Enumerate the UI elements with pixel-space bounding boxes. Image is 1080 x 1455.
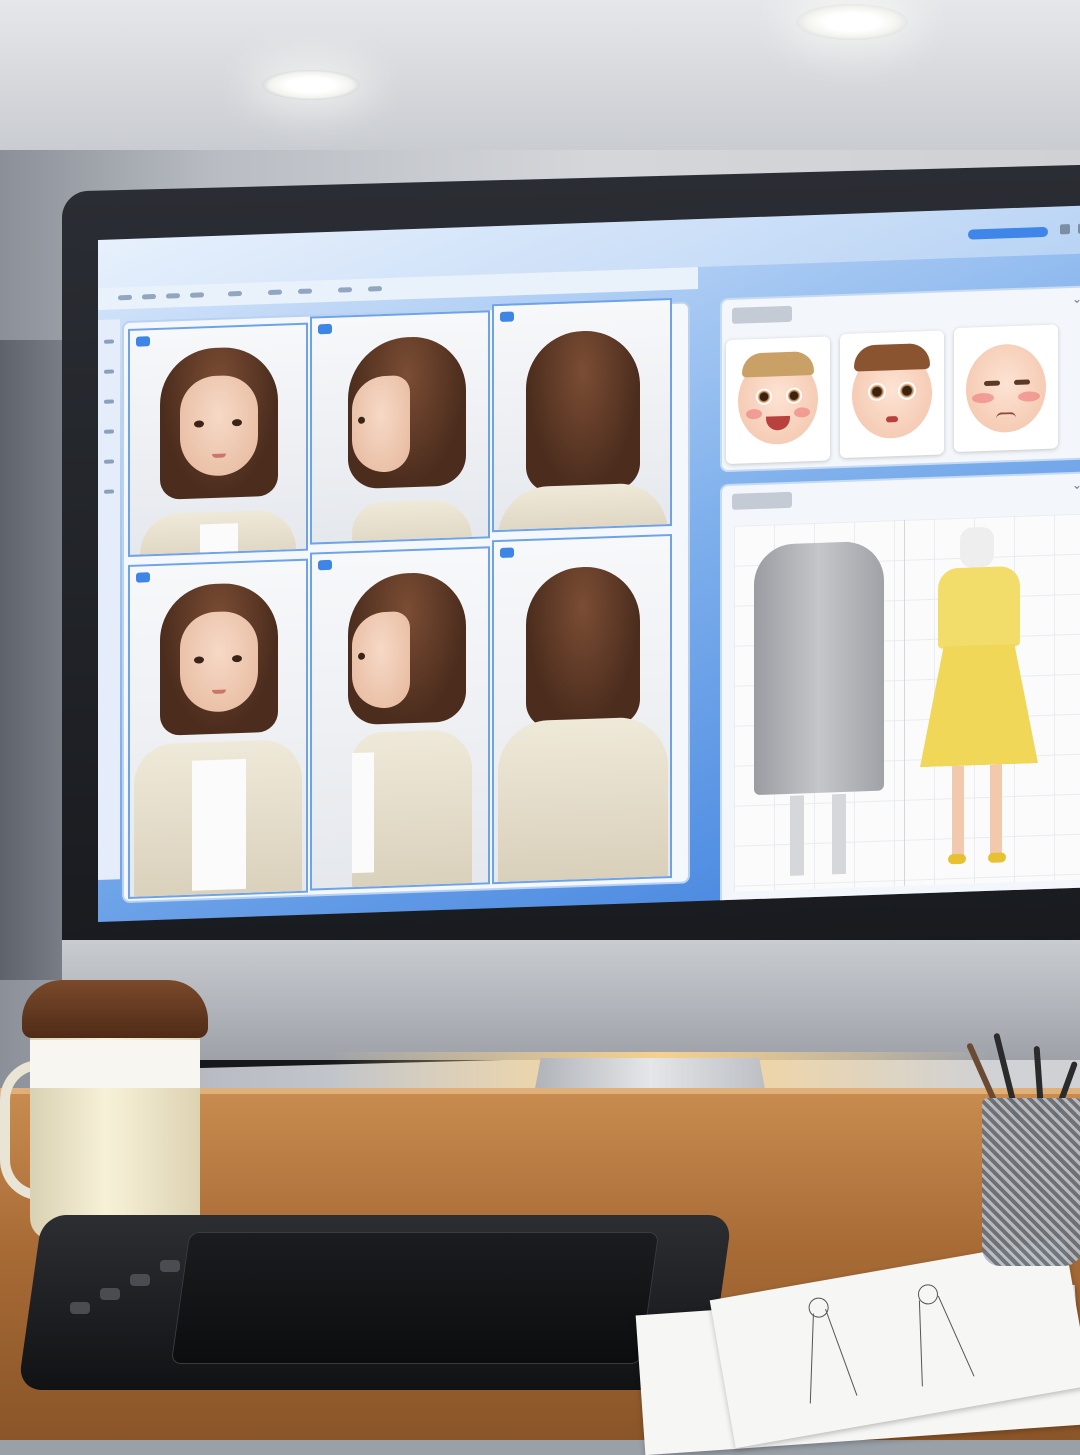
outfit-grey-trench-coat[interactable]	[754, 540, 884, 796]
rail-tool-icon[interactable]	[104, 399, 114, 404]
tablet-key[interactable]	[100, 1288, 120, 1300]
tablet-key[interactable]	[130, 1274, 150, 1286]
window-control-icon[interactable]	[1060, 224, 1070, 235]
cup-sleeve	[30, 1040, 200, 1088]
ceiling	[0, 0, 1080, 150]
rail-tool-icon[interactable]	[104, 429, 114, 434]
tablet-key[interactable]	[70, 1302, 90, 1314]
expression-happy[interactable]	[726, 336, 830, 465]
view-tag-icon	[136, 336, 150, 347]
rail-tool-icon[interactable]	[104, 459, 114, 464]
outfit-yellow-dress[interactable]	[920, 643, 1038, 767]
ceiling-light-right	[796, 4, 908, 40]
view-tag-icon	[318, 559, 332, 571]
tool-icon[interactable]	[118, 294, 132, 301]
view-side-upper[interactable]	[310, 310, 490, 545]
tablet-key[interactable]	[160, 1260, 180, 1272]
view-tag-icon	[500, 547, 514, 558]
chevron-down-icon[interactable]: ⌄	[1072, 292, 1080, 306]
left-tool-rail	[98, 319, 120, 880]
view-front-upper[interactable]	[128, 322, 308, 557]
background-shelf	[0, 340, 70, 980]
chevron-down-icon[interactable]: ⌄	[1072, 478, 1080, 492]
cup-lid	[22, 980, 208, 1038]
tool-icon[interactable]	[190, 292, 204, 298]
character-turnaround-panel	[124, 297, 688, 902]
monitor-screen: ⌄ ⌄	[98, 205, 1080, 922]
outfit-sheet	[734, 513, 1080, 892]
tool-icon[interactable]	[166, 293, 180, 299]
rail-tool-icon[interactable]	[104, 489, 114, 494]
view-front-lower[interactable]	[128, 558, 308, 899]
view-tag-icon	[500, 311, 514, 322]
tool-icon[interactable]	[228, 290, 242, 297]
ceiling-light-left	[262, 70, 360, 100]
tool-icon[interactable]	[338, 287, 352, 293]
expressions-panel-title	[732, 305, 792, 324]
monitor-chin	[62, 940, 1080, 1060]
rail-tool-icon[interactable]	[104, 339, 114, 344]
view-back-lower[interactable]	[492, 533, 672, 885]
outfits-panel: ⌄	[722, 473, 1080, 911]
tool-icon[interactable]	[298, 288, 312, 295]
tool-icon[interactable]	[268, 289, 282, 296]
view-tag-icon	[318, 323, 332, 335]
outfits-panel-title	[732, 491, 792, 510]
tool-icon[interactable]	[368, 286, 382, 292]
view-tag-icon	[136, 572, 150, 583]
expression-surprised[interactable]	[840, 330, 944, 459]
expressions-panel: ⌄	[722, 287, 1080, 471]
expression-sad[interactable]	[954, 324, 1058, 453]
view-side-lower[interactable]	[310, 546, 490, 891]
mesh-pencil-cup	[982, 1098, 1080, 1266]
tool-icon[interactable]	[142, 293, 156, 300]
rail-tool-icon[interactable]	[104, 369, 114, 374]
view-back-upper[interactable]	[492, 297, 672, 533]
tablet-active-area[interactable]	[170, 1232, 660, 1364]
